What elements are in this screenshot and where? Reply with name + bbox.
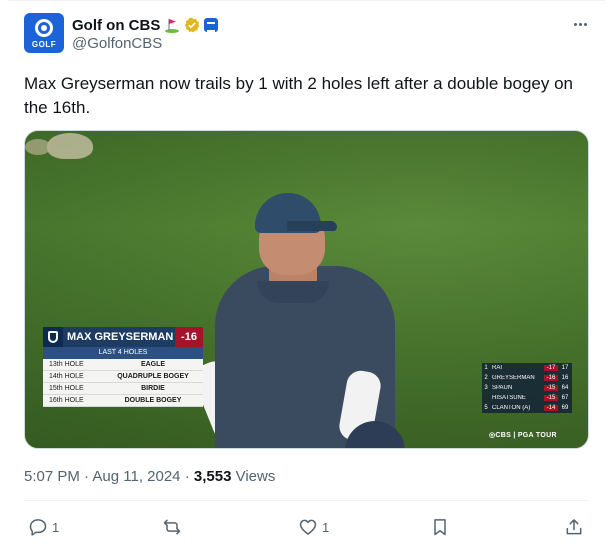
- hole-result-row: 16th HOLE DOUBLE BOGEY: [43, 395, 203, 407]
- player-score: -16: [175, 327, 203, 347]
- display-name[interactable]: Golf on CBS: [72, 17, 160, 34]
- views-count: 3,553: [193, 468, 232, 485]
- leaderboard-position: 5: [484, 405, 488, 411]
- leaderboard-graphic: 1 RAI -17 17 2 GREYSERMAN -16 16 3 SPAUN…: [482, 363, 572, 413]
- action-divider: [24, 500, 589, 501]
- hole-result-row: 14th HOLE QUADRUPLE BOGEY: [43, 371, 203, 383]
- heart-icon: [299, 519, 317, 535]
- hole-label: 15th HOLE: [49, 385, 84, 392]
- hole-result-row: 15th HOLE BIRDIE: [43, 383, 203, 395]
- hole-label: 14th HOLE: [49, 373, 84, 380]
- tweet-date[interactable]: Aug 11, 2024: [92, 468, 180, 485]
- bookmark-icon: [434, 519, 446, 536]
- retweet-icon: [163, 519, 181, 535]
- leaderboard-score: -14: [544, 405, 558, 411]
- player-score-graphic: MAX GREYSERMAN -16 LAST 4 HOLES 13th HOL…: [43, 327, 203, 407]
- reply-icon: [29, 519, 47, 536]
- leaderboard-name: CLANTON (A): [492, 405, 531, 411]
- leaderboard-score: -17: [544, 365, 558, 371]
- cbs-eye-logo: [35, 19, 53, 37]
- share-button[interactable]: [564, 514, 584, 540]
- leaderboard-thru: 64: [561, 385, 569, 391]
- tweet-meta: 5:07 PM · Aug 11, 2024 · 3,553 Views: [24, 468, 275, 485]
- hole-result: DOUBLE BOGEY: [124, 397, 182, 404]
- last-holes-subtitle: LAST 4 HOLES: [43, 347, 203, 359]
- retweet-button[interactable]: [162, 514, 186, 540]
- author-name-row: Golf on CBS: [72, 15, 219, 35]
- pga-tour-logo-icon: [43, 327, 63, 347]
- leaderboard-score: -16: [544, 375, 558, 381]
- tweet-text: Max Greyserman now trails by 1 with 2 ho…: [24, 74, 574, 117]
- player-name: MAX GREYSERMAN: [67, 331, 174, 343]
- leaderboard-score: -15: [544, 395, 558, 401]
- player-header: MAX GREYSERMAN -16: [43, 327, 203, 347]
- leaderboard-thru: 69: [561, 405, 569, 411]
- avatar[interactable]: GOLF: [24, 13, 64, 53]
- top-divider: [8, 0, 605, 1]
- golfer-cap-bill: [287, 221, 337, 231]
- bookmark-button[interactable]: [430, 514, 450, 540]
- background-rock: [25, 139, 51, 155]
- leaderboard-thru: 67: [561, 395, 569, 401]
- leaderboard-thru: 17: [561, 365, 569, 371]
- reply-count: 1: [52, 519, 60, 535]
- leaderboard-row: 3 SPAUN -15 64: [482, 383, 572, 393]
- leaderboard-position: 1: [484, 365, 488, 371]
- leaderboard-score: -15: [544, 385, 558, 391]
- tweet-time[interactable]: 5:07 PM: [24, 468, 80, 485]
- meta-separator: ·: [184, 468, 190, 485]
- leaderboard-row: 5 CLANTON (A) -14 69: [482, 403, 572, 413]
- tweet-actions: 1 1: [24, 514, 589, 540]
- more-options-icon[interactable]: [570, 16, 590, 32]
- leaderboard-thru: 16: [561, 375, 569, 381]
- hole-result-row: 13th HOLE EAGLE: [43, 359, 203, 371]
- verified-gold-icon[interactable]: [184, 17, 200, 33]
- share-icon: [566, 519, 582, 535]
- meta-separator: ·: [84, 468, 90, 485]
- leaderboard-name: GREYSERMAN: [492, 375, 535, 381]
- leaderboard-row: HISATSUNE -15 67: [482, 393, 572, 403]
- like-button[interactable]: 1: [298, 514, 329, 540]
- leaderboard-name: RAI: [492, 365, 503, 371]
- hole-label: 13th HOLE: [49, 361, 84, 368]
- author-handle[interactable]: @GolfonCBS: [72, 35, 162, 52]
- affiliate-cbs-icon[interactable]: [204, 18, 219, 32]
- like-count: 1: [322, 519, 330, 535]
- avatar-label: GOLF: [31, 40, 57, 49]
- golfer-collar: [257, 281, 329, 303]
- leaderboard-row: 1 RAI -17 17: [482, 363, 572, 373]
- views-label: Views: [235, 468, 276, 485]
- hole-result: QUADRUPLE BOGEY: [117, 373, 189, 380]
- tweet-media-image[interactable]: MAX GREYSERMAN -16 LAST 4 HOLES 13th HOL…: [24, 130, 589, 449]
- leaderboard-position: 3: [484, 385, 488, 391]
- golf-flag-emoji-icon: [164, 17, 180, 33]
- background-rock: [47, 133, 93, 159]
- hole-result: BIRDIE: [141, 385, 165, 392]
- hole-result: EAGLE: [140, 361, 166, 368]
- reply-button[interactable]: 1: [28, 514, 59, 540]
- leaderboard-name: SPAUN: [492, 385, 513, 391]
- hole-label: 16th HOLE: [49, 397, 84, 404]
- cbs-pga-tour-logo: ◎CBS | PGA TOUR: [489, 432, 557, 439]
- leaderboard-position: 2: [484, 375, 488, 381]
- leaderboard-name: HISATSUNE: [492, 395, 526, 401]
- leaderboard-row: 2 GREYSERMAN -16 16: [482, 373, 572, 383]
